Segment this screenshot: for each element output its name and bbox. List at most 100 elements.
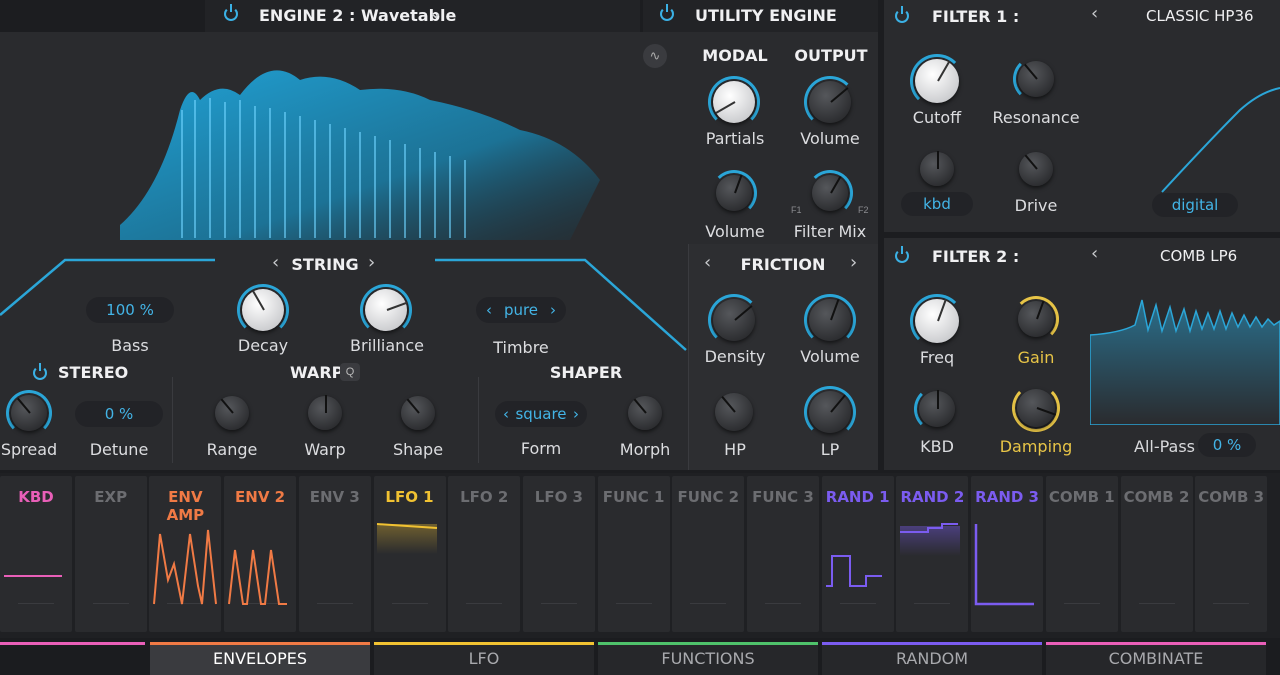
timbre-next-icon[interactable]: › <box>550 301 556 319</box>
spread-knob[interactable] <box>6 390 52 436</box>
env2-thumb <box>228 549 287 605</box>
drive-knob[interactable] <box>1014 147 1058 191</box>
mod-source-floor <box>839 603 876 604</box>
mod-source-comb-1[interactable]: COMB 1 <box>1045 476 1118 632</box>
filter1-type[interactable]: CLASSIC HP36 <box>1146 7 1254 25</box>
string-prev-icon[interactable]: ‹ <box>272 252 279 273</box>
form-next-icon[interactable]: › <box>573 405 579 423</box>
tab-functions[interactable]: FUNCTIONS <box>598 642 818 675</box>
mod-source-floor <box>1138 603 1175 604</box>
partials-knob[interactable] <box>708 76 760 128</box>
drive-label: Drive <box>1014 196 1058 215</box>
mod-source-label: RAND 1 <box>825 488 890 506</box>
filter2-prev-icon[interactable]: ‹ <box>1091 243 1098 264</box>
cutoff-knob[interactable] <box>910 54 964 108</box>
mod-source-label: ENV 3 <box>309 488 360 506</box>
mod-source-lfo-3[interactable]: LFO 3 <box>522 476 595 632</box>
density-knob[interactable] <box>708 294 760 346</box>
mod-source-floor <box>391 603 428 604</box>
warp-knob[interactable] <box>303 391 347 435</box>
mod-source-lfo-2[interactable]: LFO 2 <box>448 476 521 632</box>
tab-envelopes[interactable]: ENVELOPES <box>150 642 370 675</box>
lp-knob[interactable] <box>804 386 856 438</box>
stereo-power-icon[interactable] <box>33 363 47 380</box>
timbre-prev-icon[interactable]: ‹ <box>486 301 492 319</box>
brilliance-knob[interactable] <box>360 284 412 336</box>
mod-source-env-3[interactable]: ENV 3 <box>298 476 371 632</box>
filter-mix-label: Filter Mix <box>793 222 867 241</box>
filter2-type[interactable]: COMB LP6 <box>1160 247 1237 265</box>
resonance-label: Resonance <box>992 108 1080 127</box>
filter1-prev-icon[interactable]: ‹ <box>1091 3 1098 24</box>
filter2-kbd-label: KBD <box>920 437 954 456</box>
density-label: Density <box>704 347 766 366</box>
mod-source-floor <box>615 603 652 604</box>
filter1-power-icon[interactable] <box>895 6 909 23</box>
tab-random[interactable]: RANDOM <box>822 642 1042 675</box>
freq-knob[interactable] <box>910 294 964 348</box>
mod-source-floor <box>18 603 54 604</box>
friction-next-icon[interactable]: › <box>850 252 857 273</box>
damping-knob[interactable] <box>1012 384 1060 432</box>
allpass-value[interactable]: 0 % <box>1198 433 1256 457</box>
string-next-icon[interactable]: › <box>368 252 375 273</box>
wave-view-icon[interactable]: ∿ <box>643 44 667 68</box>
hp-label: HP <box>724 440 746 459</box>
morph-knob[interactable] <box>623 391 667 435</box>
mod-source-kbd[interactable]: KBD <box>0 476 72 632</box>
damping-label: Damping <box>999 437 1073 456</box>
friction-prev-icon[interactable]: ‹ <box>704 252 711 273</box>
warp-q-badge[interactable]: Q <box>340 363 360 381</box>
tab-label: ENVELOPES <box>213 649 307 668</box>
tab-lfo[interactable]: LFO <box>374 642 594 675</box>
output-title: OUTPUT <box>794 46 868 65</box>
resonance-knob[interactable] <box>1013 56 1059 102</box>
timbre-value: pure <box>503 301 539 319</box>
filter2-title: FILTER 2 : <box>932 247 1020 266</box>
form-selector[interactable]: ‹ square › <box>495 401 587 427</box>
mod-source-floor <box>690 603 727 604</box>
decay-label: Decay <box>237 336 289 355</box>
shape-knob[interactable] <box>396 391 440 435</box>
tab-combinate[interactable]: COMBINATE <box>1046 642 1266 675</box>
mod-source-label: ENV 2 <box>235 488 286 506</box>
mod-source-floor <box>316 603 353 604</box>
range-knob[interactable] <box>210 391 254 435</box>
mod-source-func-2[interactable]: FUNC 2 <box>672 476 745 632</box>
gain-knob[interactable] <box>1013 296 1059 342</box>
filter2-power-icon[interactable] <box>895 246 909 263</box>
mod-source-floor <box>914 603 951 604</box>
mod-source-label: COMB 2 <box>1123 488 1190 506</box>
hp-knob[interactable] <box>710 388 758 436</box>
mod-source-label: KBD <box>18 488 54 506</box>
filter-mix-knob[interactable] <box>807 170 853 216</box>
timbre-selector[interactable]: ‹ pure › <box>476 297 566 323</box>
mod-source-func-1[interactable]: FUNC 1 <box>597 476 670 632</box>
mod-source-comb-3[interactable]: COMB 3 <box>1195 476 1268 632</box>
engine2-title[interactable]: ENGINE 2 : Wavetable <box>259 6 456 25</box>
mod-source-label: EXP <box>94 488 128 506</box>
mod-source-label: LFO 2 <box>460 488 509 506</box>
bass-value[interactable]: 100 % <box>86 297 174 323</box>
filter2-kbd-knob[interactable] <box>914 386 960 432</box>
bass-label: Bass <box>111 336 149 355</box>
friction-volume-knob[interactable] <box>804 294 856 346</box>
mod-source-comb-2[interactable]: COMB 2 <box>1120 476 1193 632</box>
decay-knob[interactable] <box>237 284 289 336</box>
filter1-kbd-knob[interactable] <box>915 147 959 191</box>
utility-power-icon[interactable] <box>660 4 674 21</box>
mod-source-exp[interactable]: EXP <box>74 476 147 632</box>
shape-label: Shape <box>392 440 444 459</box>
form-prev-icon[interactable]: ‹ <box>503 405 509 423</box>
mod-source-func-3[interactable]: FUNC 3 <box>747 476 819 632</box>
modal-volume-knob[interactable] <box>711 170 757 216</box>
warp-title: WARP <box>290 363 344 382</box>
output-volume-knob[interactable] <box>804 76 856 128</box>
filter1-title: FILTER 1 : <box>932 7 1020 26</box>
utility-title: UTILITY ENGINE <box>695 6 837 25</box>
engine2-power-icon[interactable] <box>224 4 238 21</box>
detune-value[interactable]: 0 % <box>75 401 163 427</box>
chevron-down-icon[interactable]: ⌄ <box>428 2 443 23</box>
filter1-mode-value[interactable]: digital <box>1152 193 1238 217</box>
filter1-kbd-value[interactable]: kbd <box>901 192 973 216</box>
